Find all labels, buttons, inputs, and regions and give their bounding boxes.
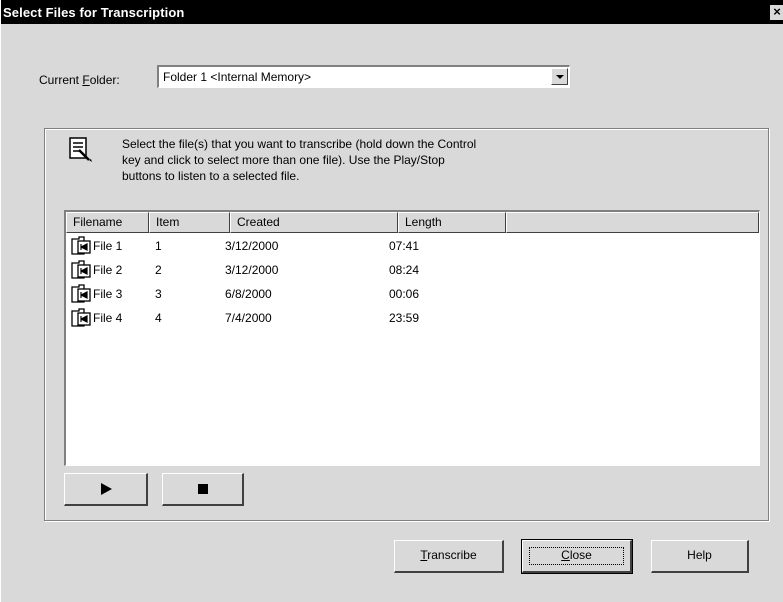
filename-cell: File 1: [93, 239, 123, 253]
chevron-down-icon[interactable]: [551, 68, 568, 85]
stop-button[interactable]: [162, 473, 244, 506]
length-cell: 23:59: [389, 311, 420, 325]
filename-cell: File 3: [93, 287, 123, 301]
select-files-dialog: Select Files for Transcription × Current…: [0, 0, 783, 602]
file-row-1[interactable]: File 1 1 3/12/2000 07:41: [66, 235, 759, 259]
created-cell: 6/8/2000: [225, 287, 272, 301]
file-list[interactable]: Filename Item Created Length File 1 1 3/…: [64, 210, 760, 466]
current-folder-select[interactable]: Folder 1 <Internal Memory>: [157, 65, 570, 88]
filename-cell: File 2: [93, 263, 123, 277]
current-folder-value: Folder 1 <Internal Memory>: [163, 70, 312, 84]
item-cell: 2: [155, 263, 162, 277]
column-header-blank[interactable]: [506, 212, 759, 233]
item-cell: 3: [155, 287, 162, 301]
play-button[interactable]: [64, 473, 148, 506]
file-row-4[interactable]: File 4 4 7/4/2000 23:59: [66, 307, 759, 331]
column-header-created[interactable]: Created: [230, 212, 398, 233]
length-cell: 07:41: [389, 239, 420, 253]
file-row-3[interactable]: File 3 3 6/8/2000 00:06: [66, 283, 759, 307]
close-button[interactable]: Close: [521, 539, 633, 574]
audio-file-icon: [71, 284, 91, 303]
column-header-length[interactable]: Length: [398, 212, 506, 233]
file-list-header: Filename Item Created Length: [66, 212, 759, 233]
title-bar: Select Files for Transcription ×: [1, 0, 783, 24]
audio-file-icon: [71, 260, 91, 279]
current-folder-label: Current Folder:: [39, 73, 120, 87]
window-title: Select Files for Transcription: [3, 5, 185, 20]
play-icon: [100, 483, 112, 495]
column-header-item[interactable]: Item: [149, 212, 230, 233]
length-cell: 00:06: [389, 287, 420, 301]
item-cell: 4: [155, 311, 162, 325]
length-cell: 08:24: [389, 263, 420, 277]
file-row-2[interactable]: File 2 2 3/12/2000 08:24: [66, 259, 759, 283]
instruction-text: Select the file(s) that you want to tran…: [122, 137, 477, 183]
stop-icon: [197, 484, 208, 494]
close-window-button[interactable]: ×: [770, 5, 783, 20]
column-header-filename[interactable]: Filename: [66, 212, 149, 233]
transcribe-button[interactable]: Transcribe: [394, 540, 504, 573]
filename-cell: File 4: [93, 311, 123, 325]
created-cell: 7/4/2000: [225, 311, 272, 325]
audio-file-icon: [71, 308, 91, 327]
help-button[interactable]: Help: [651, 540, 749, 573]
document-pen-icon: [69, 137, 92, 162]
created-cell: 3/12/2000: [225, 239, 279, 253]
audio-file-icon: [71, 236, 91, 255]
created-cell: 3/12/2000: [225, 263, 279, 277]
item-cell: 1: [155, 239, 162, 253]
